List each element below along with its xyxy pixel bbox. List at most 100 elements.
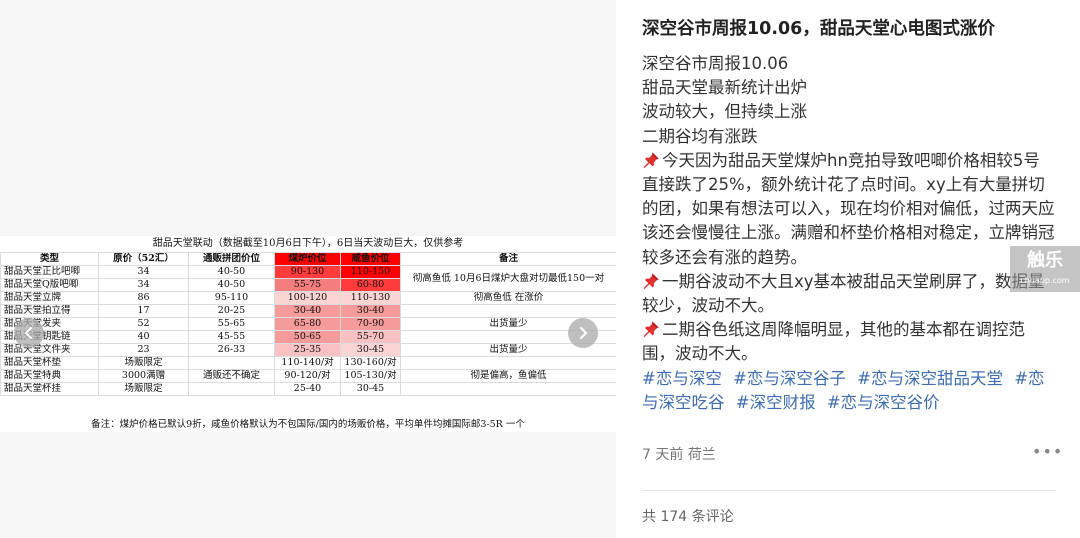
more-dots-icon: •••: [1032, 442, 1064, 461]
cell-mercari: 100-120: [274, 291, 341, 305]
body-line: 波动较大，但持续上涨: [642, 102, 807, 122]
table-header-row: 类型 原价（52汇） 通贩拼团价位 煤炉价位 咸鱼价位 备注: [0, 252, 616, 266]
paragraph-text: 一期谷波动不大且xy基本被甜品天堂刷屏了，数据量较少，波动不大。: [642, 271, 1045, 316]
header-price: 原价（52汇）: [98, 252, 189, 266]
cell-group: 26-33: [188, 343, 275, 357]
cell-xianyu: 30-45: [340, 382, 401, 396]
table-row: 甜品天堂正比吧唧 34 40-50 90-130 110-150 彻高鱼低 10…: [0, 265, 616, 292]
cell-price: 23: [98, 343, 189, 357]
header-group: 通贩拼团价位: [188, 252, 275, 266]
body-paragraph: 今天因为甜品天堂煤炉hn竞拍导致吧唧价格相较5号直接跌了25%，额外统计花了点时…: [642, 149, 1056, 270]
cell-price: 17: [98, 304, 189, 318]
cell-group: [188, 382, 275, 396]
watermark-logo: 触乐: [1027, 250, 1063, 271]
table-row: 甜品天堂杯挂 场贩限定 25-40 30-45: [0, 382, 616, 396]
paragraph-text: 二期谷色纸这周降幅明显，其他的基本都在调控范围，波动不大。: [642, 320, 1025, 364]
cell-xianyu: 105-130/对: [340, 369, 401, 383]
cell-price: 场贩限定: [98, 356, 189, 370]
cell-note-empty: [400, 382, 616, 396]
cell-group: 95-110: [188, 291, 275, 305]
cell-note: 彻是偏高，鱼偏低: [400, 369, 616, 383]
cell-price: 场贩限定: [98, 382, 189, 396]
table-row: 甜品天堂文件夹 23 26-33 25-35 30-45 出货量少: [0, 343, 616, 357]
cell-xianyu: 60-80: [340, 278, 401, 292]
chevron-left-icon: [25, 327, 32, 339]
cell-group: 通贩还不确定: [188, 369, 275, 383]
body-paragraph: 二期谷色纸这周降幅明显，其他的基本都在调控范围，波动不大。: [642, 318, 1056, 366]
cell-type: 甜品天堂特典: [0, 369, 99, 383]
hashtag-link[interactable]: #深空财报: [736, 393, 816, 412]
body-line: 二期谷均有涨跌: [642, 126, 758, 146]
cell-xianyu: 110-150: [340, 265, 401, 279]
cell-price: 34: [98, 265, 189, 279]
pushpin-icon: [643, 321, 659, 338]
cell-xianyu: 55-70: [340, 330, 401, 344]
cell-xianyu: 130-160/对: [340, 356, 401, 370]
cell-group: 20-25: [188, 304, 275, 318]
cell-type: 甜品天堂杯垫: [0, 356, 99, 370]
cell-group: 40-50: [188, 278, 275, 292]
cell-type: 甜品天堂正比吧唧: [0, 265, 99, 279]
hashtag-link[interactable]: #恋与深空谷子: [733, 369, 846, 388]
header-xianyu: 咸鱼价位: [340, 252, 401, 266]
cell-price: 52: [98, 317, 189, 331]
cell-mercari: 30-40: [274, 304, 341, 318]
table-row: 甜品天堂钥匙链 40 45-55 50-65 55-70: [0, 330, 616, 344]
next-image-button[interactable]: [568, 318, 598, 348]
pushpin-icon: [643, 152, 659, 168]
table-row: 甜品天堂拍立得 17 20-25 30-40 30-40: [0, 304, 616, 318]
cell-mercari: 65-80: [274, 317, 341, 331]
image-viewer: 甜品天堂联动（数据截至10月6日下午），6日当天波动巨大，仅供参考 类型 原价（…: [0, 0, 616, 538]
header-type: 类型: [0, 252, 99, 266]
cell-price: 86: [98, 291, 189, 305]
sheet-title: 甜品天堂联动（数据截至10月6日下午），6日当天波动巨大，仅供参考: [152, 238, 464, 249]
cell-mercari: 50-65: [274, 330, 341, 344]
cell-note: 彻高鱼低 在涨价: [400, 291, 616, 305]
more-options-button[interactable]: •••: [1032, 444, 1062, 466]
chevron-right-icon: [580, 327, 587, 339]
table-row: 甜品天堂杯垫 场贩限定 110-140/对 130-160/对: [0, 356, 616, 370]
cell-xianyu: 70-90: [340, 317, 401, 331]
cell-xianyu: 110-130: [340, 291, 401, 305]
divider: [642, 490, 1056, 491]
hashtag-link[interactable]: #恋与深空谷价: [827, 393, 940, 412]
hashtag-link[interactable]: #恋与深空甜品天堂: [857, 369, 1003, 388]
cell-mercari: 90-120/对: [274, 369, 341, 383]
cell-type: 甜品天堂杯挂: [0, 382, 99, 396]
cell-group: [188, 356, 275, 370]
hashtag-link[interactable]: #恋与深空: [642, 369, 722, 388]
cell-mercari: 25-35: [274, 343, 341, 357]
body-line: 甜品天堂最新统计出炉: [642, 78, 807, 98]
post-meta: 7 天前 荷兰: [642, 447, 716, 463]
table-row: 甜品天堂特典 3000满赠 通贩还不确定 90-120/对 105-130/对 …: [0, 369, 616, 383]
cell-xianyu: 30-45: [340, 343, 401, 357]
cell-group: 40-50: [188, 265, 275, 279]
cell-note: 彻高鱼低 10月6日煤炉大盘对切最低150一对: [400, 265, 616, 292]
table-row: 甜品天堂发夹 52 55-65 65-80 70-90 出货量少: [0, 317, 616, 331]
chuapp-watermark: 触乐 chuapp.com: [1010, 246, 1080, 292]
cell-group: 45-55: [188, 330, 275, 344]
cell-note-empty: [400, 356, 616, 370]
watermark-url: chuapp.com: [1020, 276, 1070, 285]
table-row: 甜品天堂立牌 86 95-110 100-120 110-130 彻高鱼低 在涨…: [0, 291, 616, 305]
cell-price: 34: [98, 278, 189, 292]
cell-type: 甜品天堂Q版吧唧: [0, 278, 99, 292]
hashtag-list: #恋与深空 #恋与深空谷子 #恋与深空甜品天堂 #恋与深空吃谷 #深空财报 #恋…: [642, 367, 1056, 415]
cell-mercari: 90-130: [274, 265, 341, 279]
cell-price: 3000满赠: [98, 369, 189, 383]
header-note: 备注: [400, 252, 616, 266]
comment-count: 共 174 条评论: [642, 509, 734, 525]
cell-mercari: 25-40: [274, 382, 341, 396]
pushpin-icon: [643, 273, 659, 289]
paragraph-text: 今天因为甜品天堂煤炉hn竞拍导致吧唧价格相较5号直接跌了25%，额外统计花了点时…: [642, 150, 1055, 267]
post-title: 深空谷市周报10.06，甜品天堂心电图式涨价: [642, 19, 995, 39]
cell-note-empty: [400, 304, 616, 318]
cell-mercari: 110-140/对: [274, 356, 341, 370]
header-mercari: 煤炉价位: [274, 252, 341, 266]
cell-price: 40: [98, 330, 189, 344]
cell-xianyu: 30-40: [340, 304, 401, 318]
sheet-footnote: 备注：煤炉价格已默认9折，咸鱼价格默认为不包国际/国内的场贩价格，平均单件均摊国…: [91, 419, 525, 430]
prev-image-button[interactable]: [14, 318, 44, 348]
post-body: 深空谷市周报10.06 甜品天堂最新统计出炉 波动较大，但持续上涨 二期谷均有涨…: [642, 52, 1056, 415]
body-line: 深空谷市周报10.06: [642, 54, 789, 73]
